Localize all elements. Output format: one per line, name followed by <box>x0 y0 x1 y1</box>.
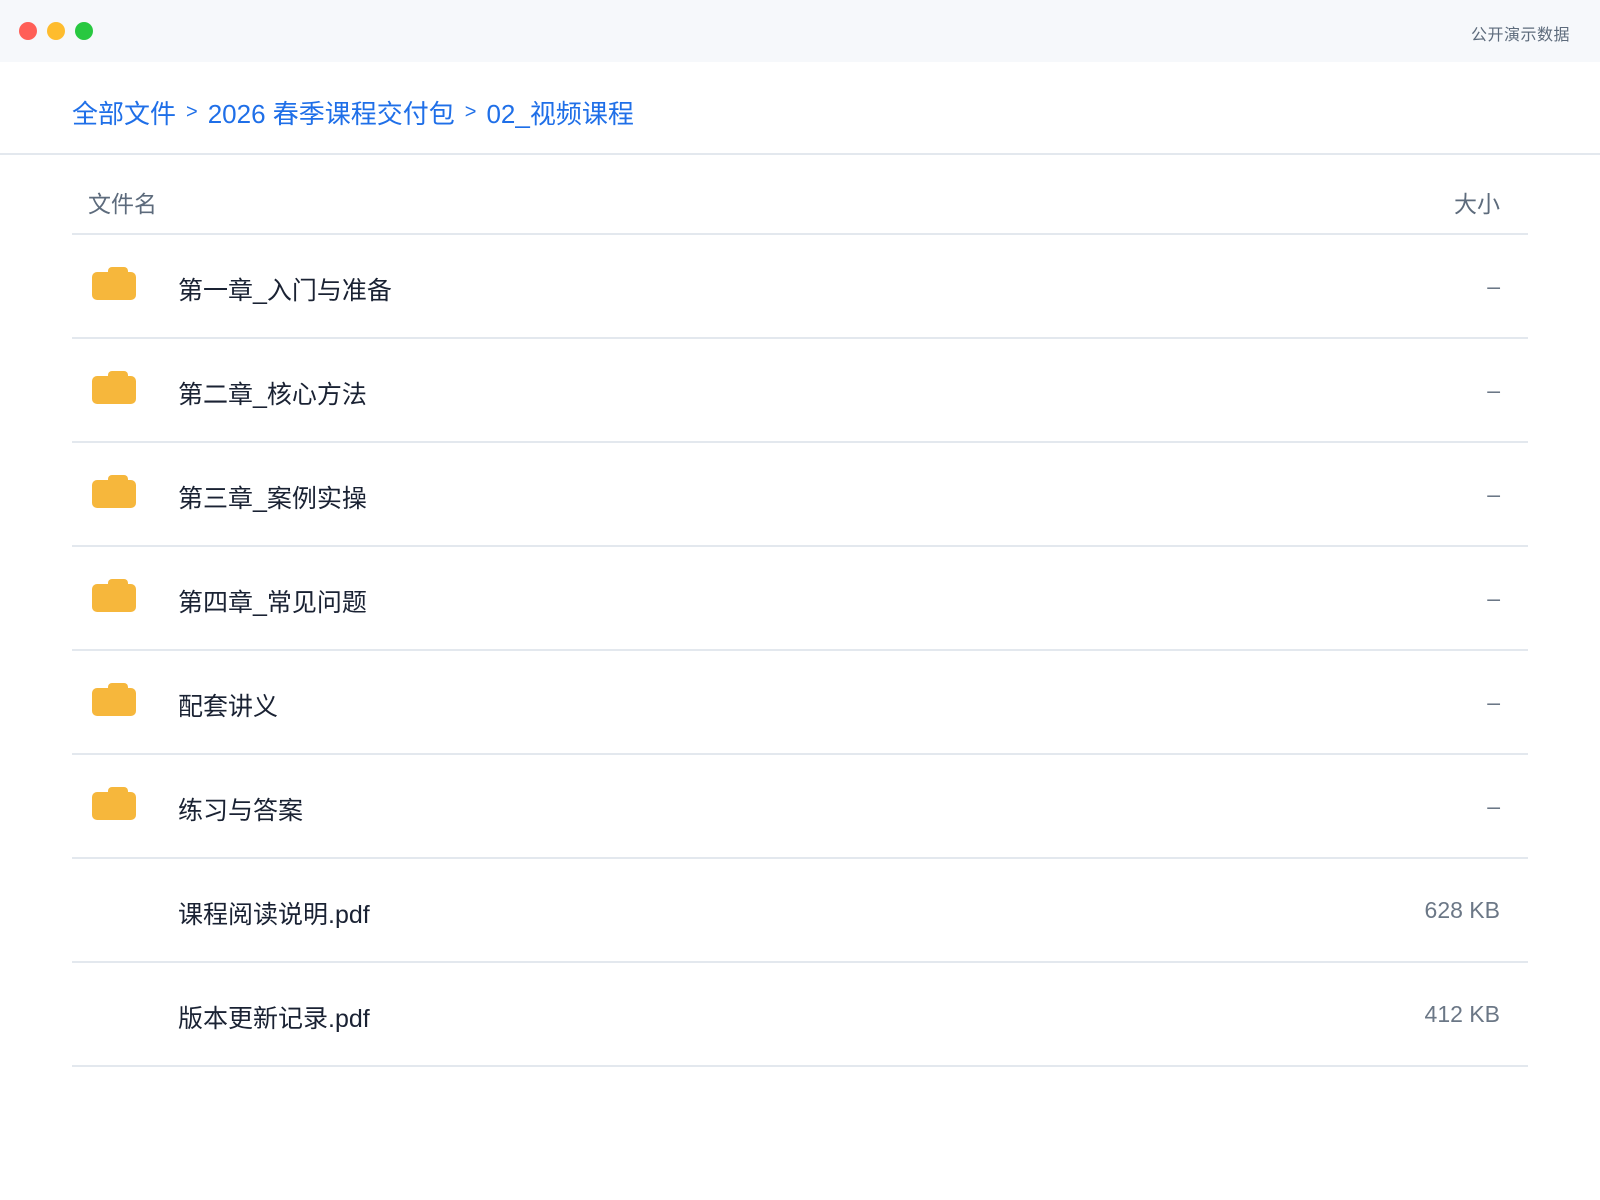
folder-icon <box>92 371 138 407</box>
folder-icon <box>92 683 138 719</box>
window-title: 公开演示数据 <box>1470 27 1570 44</box>
file-name[interactable]: 课程阅读说明.pdf <box>178 895 370 931</box>
file-size: 628 KB <box>1424 897 1500 923</box>
file-size: – <box>1487 689 1500 715</box>
table-row[interactable]: 第一章_入门与准备 – <box>72 235 1528 339</box>
file-size: – <box>1487 585 1500 611</box>
file-name[interactable]: 版本更新记录.pdf <box>178 999 370 1035</box>
file-name[interactable]: 第二章_核心方法 <box>178 375 367 411</box>
table-row[interactable]: 配套讲义 – <box>72 651 1528 755</box>
file-size: – <box>1487 273 1500 299</box>
pdf-icon-label: PDF <box>102 1019 124 1030</box>
table-row[interactable]: PDF 课程阅读说明.pdf 628 KB <box>72 859 1528 963</box>
folder-icon <box>92 787 138 823</box>
file-name[interactable]: 练习与答案 <box>178 791 303 827</box>
pdf-icon-label: PDF <box>102 915 124 926</box>
folder-icon <box>92 267 138 303</box>
pdf-icon: PDF <box>92 995 138 1031</box>
table-row[interactable]: 第二章_核心方法 – <box>72 339 1528 443</box>
breadcrumb-separator: > <box>186 100 198 123</box>
close-window-button[interactable] <box>19 22 37 40</box>
pdf-icon: PDF <box>92 891 138 927</box>
file-name[interactable]: 第三章_案例实操 <box>178 479 367 515</box>
file-size: 412 KB <box>1424 1001 1500 1027</box>
table-row[interactable]: 第三章_案例实操 – <box>72 443 1528 547</box>
file-size: – <box>1487 377 1500 403</box>
table-row[interactable]: PDF 版本更新记录.pdf 412 KB <box>72 963 1528 1067</box>
file-name[interactable]: 第一章_入门与准备 <box>178 271 392 307</box>
breadcrumb: 全部文件 > 2026 春季课程交付包 > 02_视频课程 <box>72 92 634 132</box>
folder-icon <box>92 579 138 615</box>
file-size: – <box>1487 793 1500 819</box>
file-size: – <box>1487 481 1500 507</box>
file-table: 文件名 大小 第一章_入门与准备 – 第二章_核心方法 – 第三章_案例实操 –… <box>72 155 1528 1067</box>
table-row[interactable]: 第四章_常见问题 – <box>72 547 1528 651</box>
column-header-size[interactable]: 大小 <box>1454 185 1500 219</box>
breadcrumb-item-all-files[interactable]: 全部文件 <box>72 94 176 131</box>
breadcrumb-item-course-package[interactable]: 2026 春季课程交付包 <box>208 94 455 131</box>
file-name[interactable]: 第四章_常见问题 <box>178 583 367 619</box>
table-row[interactable]: 练习与答案 – <box>72 755 1528 859</box>
maximize-window-button[interactable] <box>75 22 93 40</box>
breadcrumb-item-current-folder[interactable]: 02_视频课程 <box>486 94 633 131</box>
table-header: 文件名 大小 <box>72 155 1528 235</box>
minimize-window-button[interactable] <box>47 22 65 40</box>
file-name[interactable]: 配套讲义 <box>178 687 278 723</box>
column-header-name[interactable]: 文件名 <box>88 185 157 219</box>
breadcrumb-separator: > <box>464 100 477 123</box>
folder-icon <box>92 475 138 511</box>
window-titlebar: 公开演示数据 <box>0 0 1600 62</box>
